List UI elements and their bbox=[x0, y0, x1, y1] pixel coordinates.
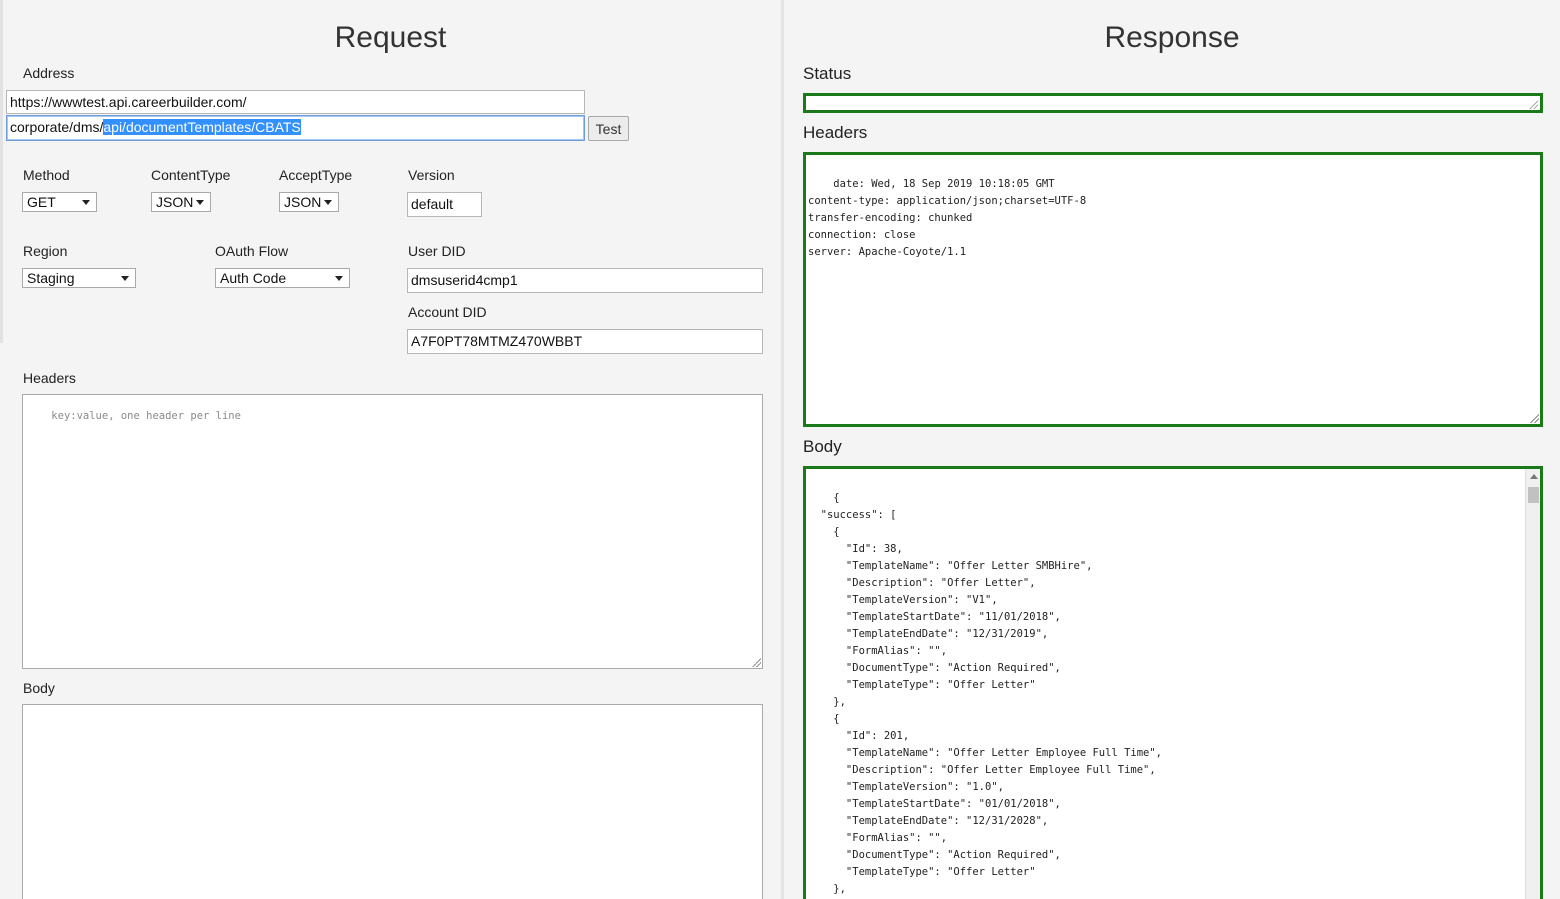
request-headers-textarea[interactable]: key:value, one header per line bbox=[22, 394, 763, 669]
content-type-label: ContentType bbox=[151, 167, 231, 183]
scroll-thumb[interactable] bbox=[1528, 487, 1539, 503]
region-label: Region bbox=[23, 243, 68, 259]
response-body-value: { "success": [ { "Id": 38, "TemplateName… bbox=[820, 492, 1163, 895]
status-label: Status bbox=[803, 64, 852, 83]
address-path-selection: api/documentTemplates/CBATS bbox=[103, 119, 301, 135]
request-body-label: Body bbox=[23, 680, 55, 696]
address-path-prefix: corporate/dms/ bbox=[10, 119, 104, 135]
request-title: Request bbox=[334, 21, 447, 54]
scroll-up-arrow-icon[interactable] bbox=[1530, 474, 1538, 479]
resize-grip-icon[interactable] bbox=[751, 657, 761, 667]
accept-type-label: AcceptType bbox=[279, 167, 353, 183]
version-label: Version bbox=[408, 167, 455, 183]
request-body-textarea[interactable] bbox=[22, 704, 763, 899]
headers-resize-grip-icon[interactable] bbox=[1529, 413, 1539, 423]
content-type-caret-icon bbox=[196, 200, 204, 205]
response-body-textarea[interactable]: { "success": [ { "Id": 38, "TemplateName… bbox=[803, 466, 1543, 899]
accept-type-caret-icon bbox=[324, 200, 332, 205]
accept-type-select[interactable]: JSON bbox=[279, 192, 339, 212]
content-type-select[interactable]: JSON bbox=[151, 192, 211, 212]
request-headers-placeholder: key:value, one header per line bbox=[51, 410, 241, 422]
user-did-label: User DID bbox=[408, 243, 466, 259]
address-label: Address bbox=[23, 65, 75, 81]
oauth-flow-caret-icon bbox=[335, 276, 343, 281]
response-body-scrollbar[interactable] bbox=[1525, 469, 1540, 899]
oauth-flow-select[interactable]: Auth Code bbox=[215, 268, 350, 288]
region-select[interactable]: Staging bbox=[22, 268, 136, 288]
oauth-flow-label: OAuth Flow bbox=[215, 243, 289, 259]
response-body-label: Body bbox=[803, 437, 842, 456]
response-headers-value: date: Wed, 18 Sep 2019 10:18:05 GMT cont… bbox=[808, 178, 1087, 258]
method-select[interactable]: GET bbox=[22, 192, 97, 212]
status-resize-grip-icon[interactable] bbox=[1528, 99, 1538, 109]
method-caret-icon bbox=[82, 200, 90, 205]
method-value: GET bbox=[27, 194, 56, 210]
region-value: Staging bbox=[27, 270, 75, 286]
accept-type-value: JSON bbox=[284, 194, 322, 210]
region-caret-icon bbox=[121, 276, 129, 281]
response-headers-textarea[interactable]: date: Wed, 18 Sep 2019 10:18:05 GMT cont… bbox=[803, 152, 1543, 427]
version-input[interactable]: default bbox=[407, 192, 482, 217]
address-path-input[interactable]: corporate/dms/api/documentTemplates/CBAT… bbox=[6, 115, 585, 141]
status-textarea[interactable]: 200 bbox=[803, 93, 1543, 113]
test-button[interactable]: Test bbox=[588, 116, 629, 141]
account-did-input[interactable]: A7F0PT78MTMZ470WBBT bbox=[407, 329, 763, 354]
oauth-flow-value: Auth Code bbox=[220, 270, 287, 286]
panel-divider bbox=[781, 0, 784, 899]
method-label: Method bbox=[23, 167, 70, 183]
response-title: Response bbox=[1104, 21, 1240, 54]
user-did-input[interactable]: dmsuserid4cmp1 bbox=[407, 268, 763, 293]
content-type-value: JSON bbox=[156, 194, 194, 210]
response-headers-label: Headers bbox=[803, 123, 868, 142]
account-did-label: Account DID bbox=[408, 304, 487, 320]
request-headers-label: Headers bbox=[23, 370, 76, 386]
address-base-input[interactable]: https://wwwtest.api.careerbuilder.com/ bbox=[6, 90, 585, 114]
